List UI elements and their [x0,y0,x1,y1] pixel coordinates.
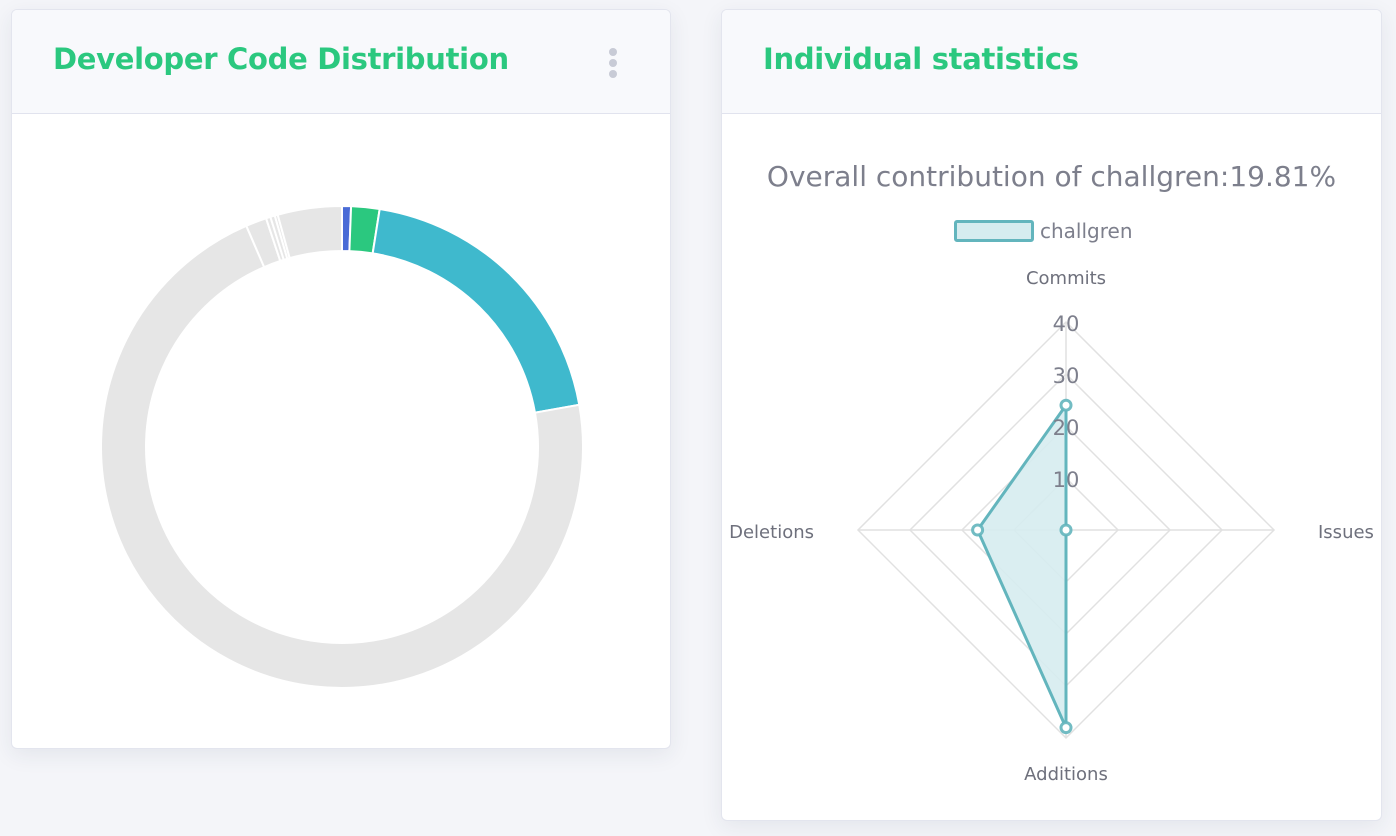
indicator-label: Deletions [729,522,814,543]
radar-point[interactable] [971,523,985,537]
donut-slice[interactable] [276,204,343,260]
card-title: Developer Code Distribution [53,42,509,76]
radial-tick-label: 20 [1053,416,1080,440]
radial-tick-label: 10 [1053,468,1080,492]
radial-tick-label: 40 [1053,312,1080,336]
card-title: Individual statistics [763,42,1079,76]
radial-tick-label: 30 [1053,364,1080,388]
radar-series-area[interactable] [976,403,1068,730]
vertical-ellipsis-icon[interactable] [608,48,618,78]
radar-point[interactable] [1059,398,1073,412]
card-header: Developer Code Distribution [12,10,670,114]
card-header: Individual statistics [722,10,1381,114]
indicator-label: Issues [1318,522,1374,543]
radar-point[interactable] [1059,523,1073,537]
donut-slice[interactable] [371,207,581,414]
indicator-label: Additions [1024,764,1108,785]
donut-chart [100,204,584,689]
individual-statistics-card: Individual statistics Overall contributi… [721,9,1382,821]
radar-point[interactable] [1059,721,1073,735]
radar-chart: 10 20 30 40 Commits Issues Additions Deletions [729,268,1374,785]
indicator-label: Commits [1026,268,1106,289]
developer-code-distribution-card: Developer Code Distribution [11,9,671,749]
